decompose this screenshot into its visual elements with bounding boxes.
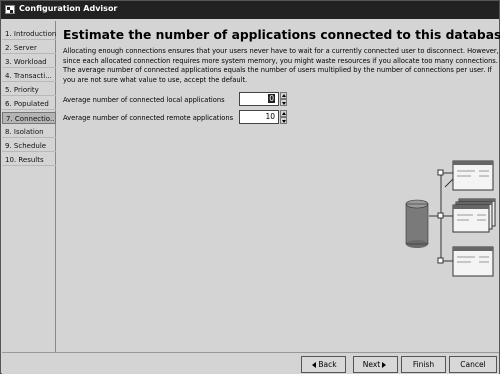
- next-arrow-icon: [382, 362, 387, 368]
- back-button[interactable]: Back: [301, 356, 346, 373]
- sidebar-item-connections[interactable]: 7. Connectio...: [2, 112, 56, 124]
- sidebar-item-schedule[interactable]: 9. Schedule: [2, 140, 56, 152]
- sidebar-item-server[interactable]: 2. Server: [2, 42, 56, 54]
- title-bar: Configuration Advisor: [1, 1, 499, 19]
- sidebar-item-isolation[interactable]: 8. Isolation: [2, 126, 56, 138]
- finish-button[interactable]: Finish: [401, 356, 446, 373]
- cancel-button[interactable]: Cancel: [449, 356, 497, 373]
- sidebar-item-transactions[interactable]: 4. Transacti...: [2, 70, 56, 82]
- wizard-step-sidebar: 1. Introduction 2. Server 3. Workload 4.…: [2, 21, 56, 352]
- sidebar-item-populated[interactable]: 6. Populated: [2, 98, 56, 110]
- back-arrow-icon: [312, 362, 317, 368]
- application-window-stack-icon: [452, 198, 496, 233]
- wizard-button-bar: Back Next Finish Cancel: [2, 352, 499, 374]
- sidebar-item-workload[interactable]: 3. Workload: [2, 56, 56, 68]
- application-window-icon: [452, 246, 494, 277]
- wizard-content-panel: Estimate the number of applications conn…: [57, 21, 500, 352]
- app-window-icon: [5, 5, 15, 14]
- sidebar-item-introduction[interactable]: 1. Introduction: [2, 28, 56, 40]
- next-button-label: Next: [362, 360, 381, 369]
- window-title: Configuration Advisor: [19, 4, 118, 13]
- cancel-button-label: Cancel: [460, 360, 486, 369]
- database-cylinder-icon: [405, 199, 429, 248]
- sidebar-item-priority[interactable]: 5. Priority: [2, 84, 56, 96]
- sidebar-item-results[interactable]: 10. Results: [2, 154, 56, 166]
- configuration-advisor-window: Configuration Advisor 1. Introduction 2.…: [0, 0, 500, 374]
- connections-illustration: [405, 160, 496, 277]
- back-button-label: Back: [318, 360, 337, 369]
- next-button[interactable]: Next: [353, 356, 398, 373]
- application-window-icon: [452, 160, 494, 191]
- finish-button-label: Finish: [412, 360, 435, 369]
